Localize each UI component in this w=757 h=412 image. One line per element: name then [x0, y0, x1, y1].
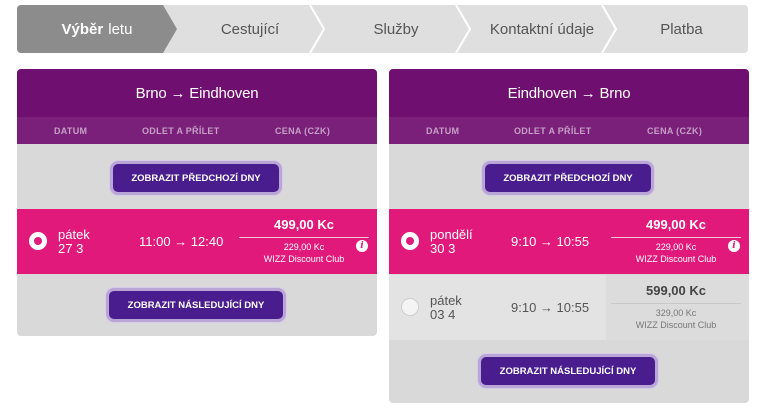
club-name: WIZZ Discount Club — [635, 254, 717, 264]
flight-radio[interactable] — [29, 232, 47, 250]
column-headers: DATUM ODLET A PŘÍLET CENA (CZK) — [389, 117, 749, 144]
club-name: WIZZ Discount Club — [635, 320, 717, 330]
flight-price: 499,00 Kc — [646, 217, 706, 232]
step-label: Služby — [373, 20, 419, 38]
club-price: 229,00 Kc — [655, 242, 697, 252]
step-payment[interactable]: Platba — [615, 5, 748, 53]
club-price: 329,00 Kc — [655, 308, 697, 318]
flight-weekday: pátek — [430, 293, 462, 308]
flight-row[interactable]: pondělí 30 3 9:10 → 10:55 499,00 Kc 229,… — [389, 209, 749, 274]
step-flight-selection[interactable]: Výběr letu — [17, 5, 177, 53]
price-divider — [611, 237, 741, 238]
price-divider — [611, 303, 741, 304]
booking-steps: Výběr letu Cestující Služby Kontaktní úd… — [17, 5, 748, 53]
col-price: CENA (CZK) — [647, 126, 703, 136]
route-title: Brno → Eindhoven — [17, 69, 377, 117]
flight-times: 9:10 → 10:55 — [511, 234, 590, 249]
club-name: WIZZ Discount Club — [263, 254, 345, 264]
flight-price: 599,00 Kc — [646, 283, 706, 298]
column-headers: DATUM ODLET A PŘÍLET CENA (CZK) — [17, 117, 377, 144]
flight-day: 03 4 — [430, 307, 456, 322]
step-label: Platba — [660, 20, 703, 38]
show-next-days-button[interactable]: ZOBRAZIT NÁSLEDUJÍCÍ DNY — [106, 288, 286, 322]
show-next-days-button[interactable]: ZOBRAZIT NÁSLEDUJÍCÍ DNY — [478, 354, 658, 388]
flight-times: 9:10 → 10:55 — [511, 300, 590, 315]
step-label: Kontaktní údaje — [489, 20, 595, 38]
outbound-flight-panel: Brno → Eindhoven DATUM ODLET A PŘÍLET CE… — [17, 69, 377, 336]
return-flight-panel: Eindhoven → Brno DATUM ODLET A PŘÍLET CE… — [389, 69, 749, 403]
route-title: Eindhoven → Brno — [389, 69, 749, 117]
step-label: Cestující — [220, 20, 280, 38]
col-times: ODLET A PŘÍLET — [142, 126, 220, 136]
step-label: letu — [108, 20, 133, 38]
flight-row[interactable]: pátek 03 4 9:10 → 10:55 599,00 Kc 329,00… — [389, 275, 749, 340]
flight-times: 11:00 → 12:40 — [139, 234, 224, 249]
info-icon[interactable]: i — [728, 240, 740, 252]
col-times: ODLET A PŘÍLET — [514, 126, 592, 136]
step-services[interactable]: Služby — [323, 5, 469, 53]
step-passengers[interactable]: Cestující — [177, 5, 323, 53]
flight-row[interactable]: pátek 27 3 11:00 → 12:40 499,00 Kc 229,0… — [17, 209, 377, 274]
col-price: CENA (CZK) — [275, 126, 331, 136]
club-price: 229,00 Kc — [283, 242, 325, 252]
flight-radio[interactable] — [401, 232, 419, 250]
flight-weekday: pátek — [58, 227, 90, 242]
flight-date: pátek 27 3 — [58, 228, 90, 256]
flight-day: 27 3 — [58, 241, 84, 256]
flight-radio[interactable] — [401, 298, 419, 316]
info-icon[interactable]: i — [356, 240, 368, 252]
col-date: DATUM — [54, 126, 88, 136]
show-previous-days-button[interactable]: ZOBRAZIT PŘEDCHOZÍ DNY — [110, 161, 282, 195]
flight-date: pondělí 30 3 — [430, 228, 473, 256]
col-date: DATUM — [426, 126, 460, 136]
flight-date: pátek 03 4 — [430, 294, 462, 322]
step-contact[interactable]: Kontaktní údaje — [469, 5, 615, 53]
flight-price: 499,00 Kc — [274, 217, 334, 232]
flight-day: 30 3 — [430, 241, 456, 256]
show-previous-days-button[interactable]: ZOBRAZIT PŘEDCHOZÍ DNY — [482, 161, 654, 195]
flight-weekday: pondělí — [430, 227, 473, 242]
step-label-bold: Výběr — [61, 20, 104, 38]
price-divider — [239, 237, 369, 238]
